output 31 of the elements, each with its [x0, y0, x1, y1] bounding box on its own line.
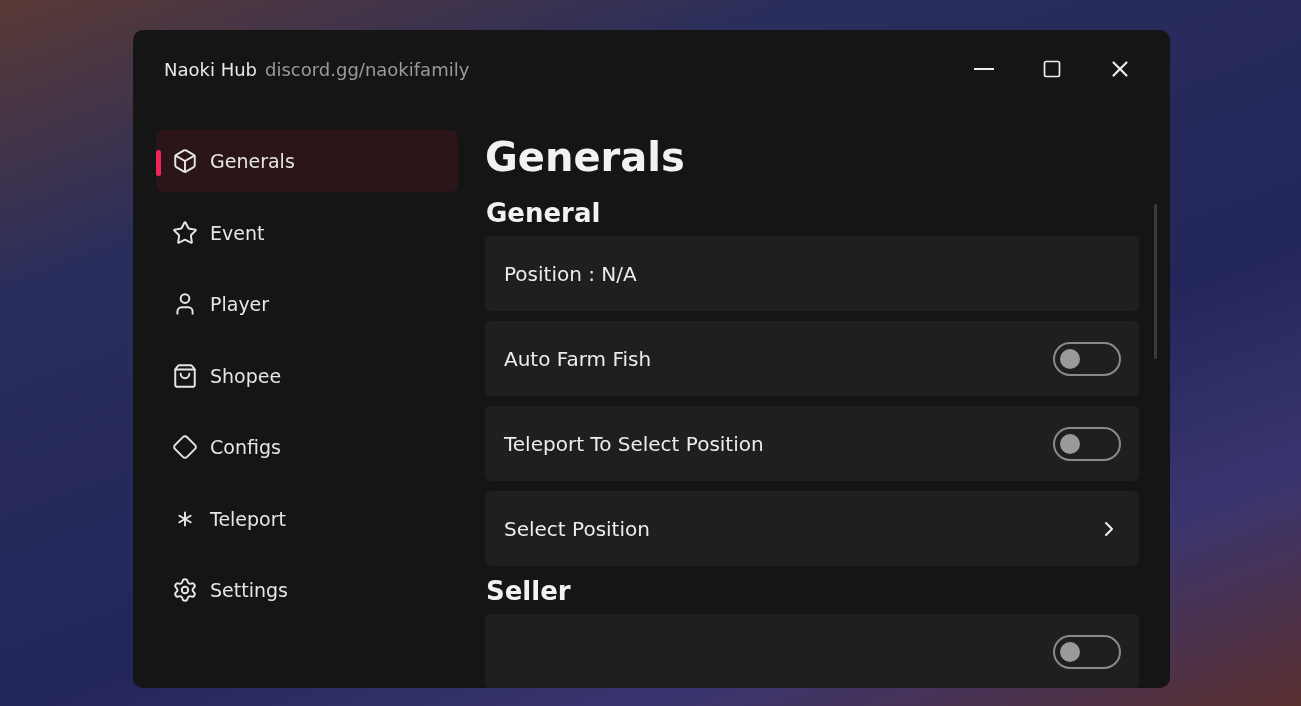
option-label: Select Position	[504, 516, 651, 541]
sidebar-item[interactable]: Settings	[156, 559, 458, 621]
sidebar-item[interactable]: Generals	[156, 130, 458, 192]
sidebar-item[interactable]: Configs	[156, 416, 458, 478]
settings-icon	[172, 577, 198, 603]
toggle-switch[interactable]	[1053, 426, 1121, 461]
minimize-icon	[974, 68, 994, 70]
diamond-icon	[172, 434, 198, 460]
shopping-bag-icon	[172, 362, 198, 389]
active-indicator	[156, 150, 161, 176]
toggle-switch[interactable]	[1053, 634, 1121, 669]
sidebar-item[interactable]: Shopee	[156, 344, 458, 407]
dropdown[interactable]: Select Position	[485, 491, 1139, 566]
sidebar-item[interactable]: Player	[156, 273, 458, 335]
sidebar-item[interactable]: Teleport	[156, 487, 458, 550]
maximize-icon	[1042, 59, 1062, 79]
scrollbar[interactable]	[1154, 204, 1157, 359]
page-title: Generals	[485, 134, 686, 180]
sidebar-item[interactable]: Event	[156, 201, 458, 264]
option-label: Teleport To Select Position	[504, 431, 765, 456]
option-label: Auto Farm Fish	[504, 346, 653, 371]
option-label: Position : N/A	[504, 261, 638, 286]
window-subtitle: discord.gg/naokifamily	[265, 58, 470, 80]
section-title: Seller	[486, 576, 572, 606]
window-title: Naoki Hub	[164, 58, 258, 80]
star-icon	[172, 219, 198, 246]
section-title: General	[486, 198, 602, 228]
option-row[interactable]: Auto Farm Fish	[485, 321, 1139, 396]
cube-icon	[172, 148, 198, 174]
toggle-switch[interactable]	[1053, 341, 1121, 376]
option-row[interactable]: Teleport To Select Position	[485, 406, 1139, 481]
